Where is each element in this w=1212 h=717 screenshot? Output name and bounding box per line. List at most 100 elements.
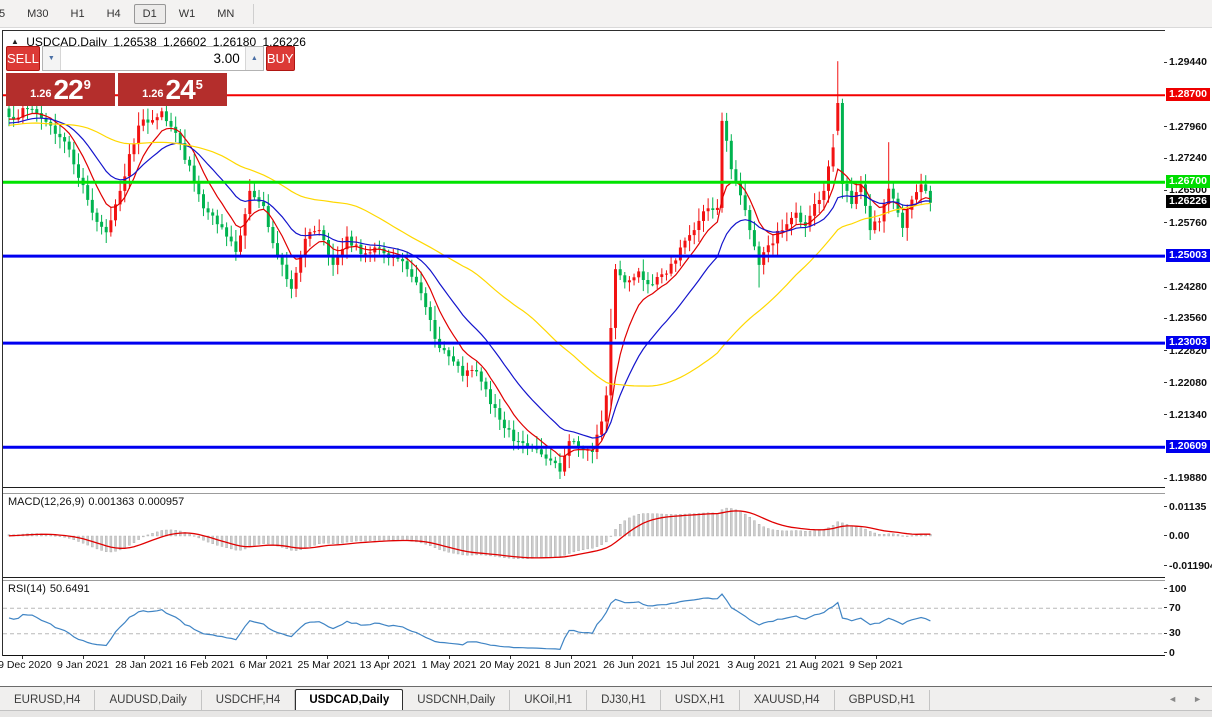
x-axis-date-label: 20 May 2021	[480, 659, 541, 671]
axis-tick	[1164, 506, 1167, 507]
macd-histogram	[8, 508, 931, 559]
price-pane[interactable]: ▲ USDCAD,Daily 1.26538 1.26602 1.26180 1…	[3, 31, 1165, 488]
tab-scroll-left-icon[interactable]: ◄	[1168, 694, 1177, 704]
chart-tab-gbpusd-h1[interactable]: GBPUSD,H1	[835, 690, 930, 711]
chart-tab-eurusd-h4[interactable]: EURUSD,H4	[0, 690, 95, 711]
chart-tab-audusd-daily[interactable]: AUDUSD,Daily	[95, 690, 201, 711]
timeframe-button-mn[interactable]: MN	[208, 4, 243, 24]
moving-averages	[9, 113, 930, 456]
rsi-chart[interactable]	[3, 581, 1165, 655]
y-axis-label: 1.21340	[1169, 409, 1207, 421]
y-axis-label: 1.19880	[1169, 472, 1207, 484]
collapse-triangle-icon[interactable]: ▲	[11, 37, 19, 46]
timeframe-button-h4[interactable]: H4	[98, 4, 130, 24]
chart-tab-usdcad-daily[interactable]: USDCAD,Daily	[295, 689, 403, 712]
chart-window: ▲ USDCAD,Daily 1.26538 1.26602 1.26180 1…	[0, 30, 1212, 674]
axis-tick	[1164, 588, 1167, 589]
x-axis-date-label: 9 Sep 2021	[849, 659, 903, 671]
x-axis-date-label: 16 Feb 2021	[176, 659, 235, 671]
toolbar-separator	[253, 4, 254, 24]
y-axis-label: 1.24280	[1169, 281, 1207, 293]
chart-tab-xauusd-h4[interactable]: XAUUSD,H4	[740, 690, 835, 711]
axis-tick	[1164, 633, 1167, 634]
y-axis-label: 1.22080	[1169, 377, 1207, 389]
axis-tick	[1164, 158, 1167, 159]
timeframe-button-5[interactable]: 5	[0, 4, 14, 24]
date-axis[interactable]: 19 Dec 2020 9 Jan 2021 28 Jan 202116 Feb 2…	[2, 656, 1165, 674]
tab-scroll-arrows: ◄►	[1168, 694, 1202, 704]
y-axis-label: 1.29440	[1169, 56, 1207, 68]
price-badge: 1.26700	[1166, 175, 1210, 188]
axis-tick	[1164, 565, 1167, 566]
rsi-axis-label: 100	[1169, 583, 1187, 595]
horizontal-levels	[3, 95, 1165, 447]
y-axis-label: 1.27240	[1169, 152, 1207, 164]
volume-decrease-icon[interactable]: ▼	[43, 47, 61, 70]
x-axis-date-label: 28 Jan 2021	[115, 659, 173, 671]
x-axis-date-label: 3 Aug 2021	[727, 659, 780, 671]
timeframe-button-d1[interactable]: D1	[134, 4, 166, 24]
x-axis-date-label: 1 May 2021	[422, 659, 477, 671]
volume-input[interactable]	[61, 47, 245, 70]
chart-tab-usdx-h1[interactable]: USDX,H1	[661, 690, 740, 711]
axis-tick	[1164, 414, 1167, 415]
macd-axis-label: 0.01135	[1169, 501, 1206, 513]
macd-axis-label: -0.011904	[1169, 560, 1212, 572]
x-axis-date-label: 15 Jul 2021	[666, 659, 720, 671]
price-badge: 1.25003	[1166, 249, 1210, 262]
rsi-axis-label: 70	[1169, 602, 1181, 614]
x-axis-date-label: 21 Aug 2021	[786, 659, 845, 671]
one-click-trade-widget: SELL ▼ ▲ BUY 1.26 22 9 1.26	[6, 46, 227, 106]
price-badge: 1.23003	[1166, 336, 1210, 349]
price-badge: 1.20609	[1166, 440, 1210, 453]
x-axis-date-label: 9 Jan 2021	[57, 659, 109, 671]
timeframe-button-h1[interactable]: H1	[62, 4, 94, 24]
sell-button[interactable]: SELL	[6, 46, 40, 71]
y-axis-label: 1.23560	[1169, 312, 1207, 324]
rsi-pane[interactable]: RSI(14)50.6491	[3, 581, 1165, 656]
ma-50-line	[9, 123, 930, 386]
sell-price-box[interactable]: 1.26 22 9	[6, 73, 115, 106]
axis-tick	[1164, 607, 1167, 608]
volume-increase-icon[interactable]: ▲	[245, 47, 263, 70]
chart-tab-usdcnh-daily[interactable]: USDCNH,Daily	[403, 690, 510, 711]
timeframe-button-w1[interactable]: W1	[170, 4, 205, 24]
rsi-axis-label: 0	[1169, 647, 1175, 659]
price-axis[interactable]: 1.294401.279601.272401.265001.257601.242…	[1165, 30, 1212, 674]
x-axis-date-label: 25 Mar 2021	[298, 659, 357, 671]
rsi-line	[9, 594, 930, 649]
macd-pane[interactable]: MACD(12,26,9)0.0013630.000957	[3, 494, 1165, 578]
rsi-axis-label: 30	[1169, 627, 1181, 639]
chart-tab-usdchf-h4[interactable]: USDCHF,H4	[202, 690, 296, 711]
axis-tick	[1164, 382, 1167, 383]
x-axis-date-label: 13 Apr 2021	[360, 659, 417, 671]
tab-scroll-right-icon[interactable]: ►	[1193, 694, 1202, 704]
rsi-levels	[3, 608, 1165, 634]
axis-tick	[1164, 190, 1167, 191]
axis-tick	[1164, 535, 1167, 536]
x-axis-date-label: 26 Jun 2021	[603, 659, 661, 671]
axis-tick	[1164, 652, 1167, 653]
axis-tick	[1164, 126, 1167, 127]
chart-tabbar: EURUSD,H4AUDUSD,DailyUSDCHF,H4USDCAD,Dai…	[0, 686, 1212, 711]
axis-tick	[1164, 350, 1167, 351]
timeframe-button-m30[interactable]: M30	[18, 4, 57, 24]
axis-tick	[1164, 62, 1167, 63]
x-axis-date-label: 8 Jun 2021	[545, 659, 597, 671]
axis-tick	[1164, 478, 1167, 479]
macd-axis-label: 0.00	[1169, 530, 1189, 542]
macd-label: MACD(12,26,9)0.0013630.000957	[8, 496, 188, 508]
chart-tab-ukoil-h1[interactable]: UKOil,H1	[510, 690, 587, 711]
price-badge: 1.28700	[1166, 88, 1210, 101]
buy-price-box[interactable]: 1.26 24 5	[118, 73, 227, 106]
ma-8-line	[9, 113, 930, 456]
chart-panes: ▲ USDCAD,Daily 1.26538 1.26602 1.26180 1…	[2, 30, 1166, 674]
chart-tab-dj30-h1[interactable]: DJ30,H1	[587, 690, 661, 711]
x-axis-date-label: 19 Dec 2020	[0, 659, 52, 671]
buy-button[interactable]: BUY	[266, 46, 295, 71]
price-badge: 1.26226	[1166, 195, 1210, 208]
axis-tick	[1164, 222, 1167, 223]
rsi-label: RSI(14)50.6491	[8, 583, 94, 595]
volume-spinner: ▼ ▲	[42, 46, 264, 71]
axis-tick	[1164, 318, 1167, 319]
